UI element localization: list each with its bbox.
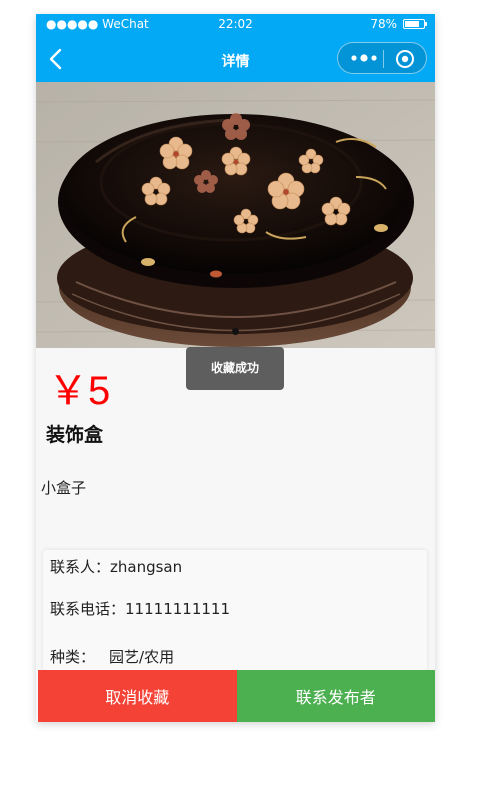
contact-person-label: 联系人： [50, 558, 111, 576]
product-description: 小盒子 [41, 479, 87, 497]
category-row: 种类： 园艺/农用 [50, 646, 174, 667]
capsule-divider [383, 50, 384, 68]
contact-publisher-button[interactable]: 联系发布者 [236, 670, 435, 722]
unfavorite-button[interactable]: 取消收藏 [38, 670, 237, 722]
more-dots-icon[interactable] [350, 51, 378, 65]
toast-message: 收藏成功 [186, 347, 284, 390]
navigation-bar: 详情 [36, 36, 435, 82]
contact-info-card: 联系人：zhangsan 联系电话：11111111111 种类： 园艺/农用 [43, 550, 427, 670]
carousel-indicator-dot[interactable] [232, 328, 239, 335]
close-miniprogram-icon[interactable] [395, 49, 415, 69]
status-bar: ●●●●● WeChat 22:02 78% [36, 14, 435, 36]
category-label: 种类： [50, 648, 96, 666]
battery-percent: 78% [370, 17, 397, 31]
status-right: 78% [370, 17, 427, 31]
category-value: 园艺/农用 [109, 648, 175, 666]
product-price: ￥5 [48, 369, 111, 413]
contact-phone-value[interactable]: 11111111111 [125, 600, 230, 618]
contact-phone-row: 联系电话：11111111111 [50, 598, 230, 619]
battery-icon [403, 19, 427, 29]
product-title: 装饰盒 [46, 424, 104, 446]
miniprogram-capsule [337, 42, 427, 74]
bottom-action-bar: 取消收藏 联系发布者 [38, 670, 435, 722]
phone-screen: ●●●●● WeChat 22:02 78% 详情 ￥5 装饰盒 小盒子 联系人… [36, 14, 435, 722]
contact-phone-label: 联系电话： [50, 600, 126, 618]
product-image-carousel[interactable] [36, 82, 435, 348]
lacquer-box-photo [36, 82, 435, 348]
contact-person-value: zhangsan [110, 558, 183, 576]
contact-person-row: 联系人：zhangsan [50, 556, 182, 577]
